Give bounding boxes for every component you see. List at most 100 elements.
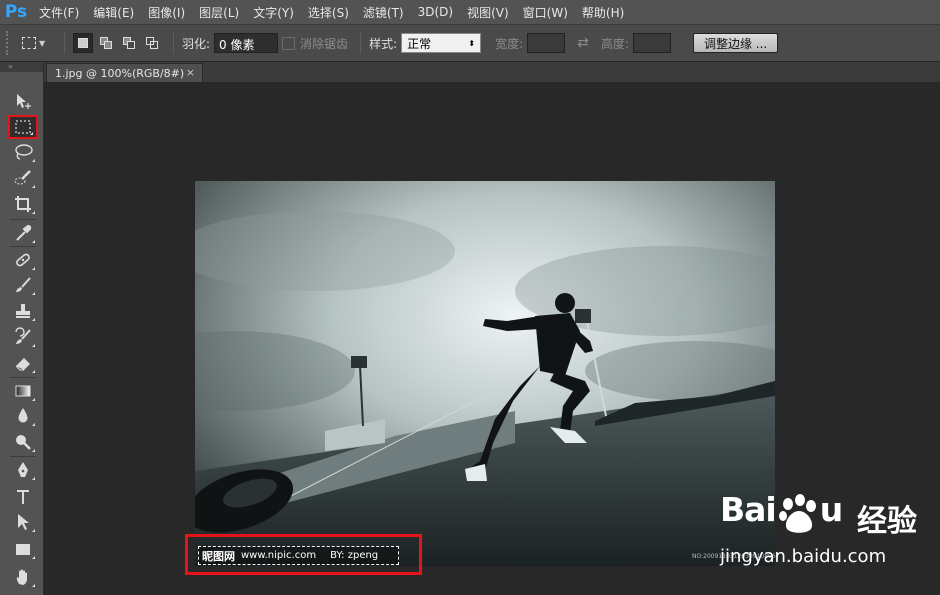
tool-gradient[interactable] [8,379,38,403]
baidu-brand-suffix: u [819,490,843,529]
tool-path-select[interactable] [8,510,38,534]
divider [64,32,65,54]
menu-filter[interactable]: 滤镜(T) [356,4,411,21]
menu-type[interactable]: 文字(Y) [246,4,301,21]
menu-image[interactable]: 图像(I) [141,4,192,21]
flyout-indicator [32,185,35,188]
tool-healing-brush[interactable] [8,248,38,272]
photoshop-logo: Ps [4,2,28,22]
feather-input[interactable]: 0 像素 [214,33,279,53]
divider [360,32,362,54]
width-input[interactable] [527,33,566,53]
menu-layer[interactable]: 图层(L) [192,4,246,21]
height-label: 高度: [600,36,629,51]
tool-preset-picker[interactable]: ▼ [22,32,56,54]
intersect-selection-button[interactable] [142,33,162,53]
flyout-indicator [32,267,35,270]
document-image [195,181,775,566]
sprinter-photo [195,181,775,566]
flyout-indicator [32,292,35,295]
close-icon[interactable]: × [186,66,195,79]
tool-divider [10,219,36,220]
menu-3d[interactable]: 3D(D) [411,5,460,19]
tool-divider [10,456,36,457]
tool-history-brush[interactable] [8,325,38,349]
eraser-icon [15,358,30,371]
flyout-indicator [30,132,33,135]
healing-brush-icon [16,253,30,267]
menu-select[interactable]: 选择(S) [301,4,356,21]
swap-icon[interactable]: ⇄ [577,35,589,51]
flyout-indicator [32,370,35,373]
gradient-icon [15,385,31,397]
lasso-icon [15,144,33,160]
watermark-site-name: 昵图网 [202,549,235,563]
new-selection-button[interactable] [73,33,93,53]
flyout-indicator [32,423,35,426]
crop-icon [15,196,31,212]
menu-file[interactable]: 文件(F) [32,4,86,21]
menu-bar: Ps 文件(F) 编辑(E) 图像(I) 图层(L) 文字(Y) 选择(S) 滤… [0,0,940,24]
flyout-indicator [32,159,35,162]
tool-blur[interactable] [8,404,38,428]
updown-icon: ⬍ [468,38,476,48]
path-select-icon [18,514,29,530]
tool-shape[interactable] [8,537,38,561]
dodge-icon [16,435,31,450]
subtract-selection-icon [123,37,135,49]
jingyan-url: jingyan.baidu.com [720,546,887,567]
hand-icon [16,569,27,585]
menu-help[interactable]: 帮助(H) [575,4,631,21]
tool-hand[interactable] [8,565,38,589]
pen-icon [18,462,28,477]
tool-quick-select[interactable] [8,166,38,190]
style-select[interactable]: 正常 ⬍ [401,33,482,53]
history-brush-icon [15,327,31,344]
menu-window[interactable]: 窗口(W) [516,4,575,21]
width-label: 宽度: [495,36,524,51]
feather-label: 羽化: [182,36,211,51]
shape-icon [16,544,30,555]
tool-divider [10,377,36,378]
intersect-selection-icon [146,37,158,49]
move-tool-icon [17,94,31,109]
height-input[interactable] [632,33,671,53]
flyout-indicator [32,477,35,480]
subtract-selection-button[interactable] [119,33,139,53]
jingyan-text: 经验 [857,504,917,539]
refine-edge-button[interactable]: 调整边缘 ... [692,33,779,53]
document-tab[interactable]: 1.jpg @ 100%(RGB/8#) × [46,63,203,82]
tool-crop[interactable] [8,192,38,216]
tool-brush[interactable] [8,273,38,297]
tool-dodge[interactable] [8,430,38,454]
tool-type[interactable] [8,485,38,509]
tool-eraser[interactable] [8,351,38,375]
add-selection-button[interactable] [96,33,116,53]
antialias-checkbox[interactable] [282,36,296,50]
divider [173,32,174,54]
options-grip[interactable] [6,31,12,55]
menu-edit[interactable]: 编辑(E) [86,4,141,21]
tool-move-tool[interactable] [8,89,38,113]
tool-rect-marquee[interactable] [8,115,38,139]
style-label: 样式: [369,36,398,51]
tool-clone-stamp[interactable] [8,299,38,323]
watermark-selection: 昵图网 www.nipic.com BY: zpeng [198,546,399,565]
flyout-indicator [32,556,35,559]
quick-select-icon [14,170,31,185]
eyedropper-icon [16,224,32,241]
baidu-brand: Bai [720,490,777,529]
flyout-indicator [32,344,35,347]
flyout-indicator [32,449,35,452]
clone-stamp-icon [16,304,30,318]
tool-eyedropper[interactable] [8,221,38,245]
tool-pen[interactable] [8,458,38,482]
panel-collapse-icon[interactable]: » [0,62,43,72]
menu-view[interactable]: 视图(V) [460,4,516,21]
document-tab-title: 1.jpg @ 100%(RGB/8#) [55,66,185,80]
type-icon [17,490,29,504]
tool-lasso[interactable] [8,140,38,164]
baidu-paw-icon [779,494,816,533]
new-selection-icon [78,38,88,48]
chevron-down-icon: ▼ [39,38,46,48]
